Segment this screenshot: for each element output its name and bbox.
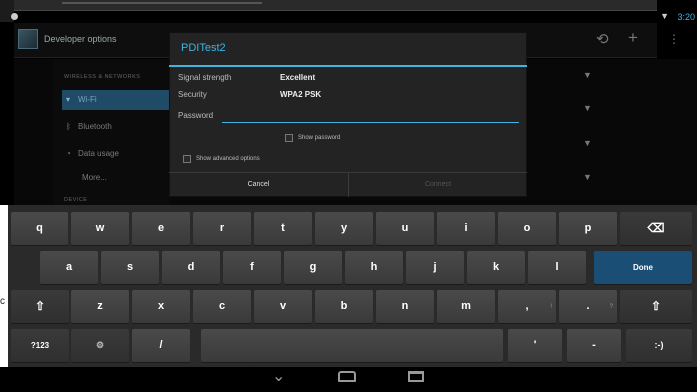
key-g[interactable]: g [284, 251, 342, 284]
key-h[interactable]: h [345, 251, 403, 284]
password-field-underline [222, 122, 519, 123]
sidebar-item-label: Bluetooth [78, 122, 112, 131]
soft-keyboard: q w e r t y u i o p ⌫ a s d f g h j k l … [8, 205, 697, 367]
security-value: WPA2 PSK [280, 90, 322, 99]
smiley-key[interactable]: :-) [626, 329, 692, 362]
done-button[interactable]: Done [594, 251, 692, 284]
key-k[interactable]: k [467, 251, 525, 284]
left-edge-strip [0, 205, 8, 367]
shift-icon: ⇧ [650, 299, 662, 313]
security-label: Security [178, 90, 207, 99]
keyboard-settings-key[interactable]: ⚙ [71, 329, 129, 362]
shift-icon: ⇧ [34, 299, 46, 313]
home-icon[interactable] [338, 371, 356, 382]
sidebar-item-bluetooth[interactable]: ᛒ Bluetooth [62, 117, 169, 137]
bluetooth-icon: ᛒ [66, 122, 71, 131]
space-bar[interactable] [201, 329, 503, 362]
notification-dot-icon [11, 13, 18, 20]
password-label: Password [178, 111, 214, 120]
background-window-titlebar [14, 0, 657, 11]
key-e[interactable]: e [132, 212, 190, 245]
key-n[interactable]: n [376, 290, 434, 323]
dialog-title: PDITest2 [181, 42, 226, 54]
key-u[interactable]: u [376, 212, 434, 245]
key-j[interactable]: j [406, 251, 464, 284]
key-y[interactable]: y [315, 212, 373, 245]
edge-text-fragment: c [0, 296, 5, 307]
cancel-button[interactable]: Cancel [169, 173, 348, 197]
sync-icon[interactable]: ⟲ [596, 30, 609, 48]
key-x[interactable]: x [132, 290, 190, 323]
wifi-signal-icon: ▼ [660, 11, 669, 21]
key-apostrophe[interactable]: ' [508, 329, 562, 362]
wifi-network-signal-icon: ▼ [583, 138, 592, 148]
key-m[interactable]: m [437, 290, 495, 323]
symbols-key[interactable]: ?123 [11, 329, 69, 362]
key-a[interactable]: a [40, 251, 98, 284]
key-b[interactable]: b [315, 290, 373, 323]
key-period[interactable]: .? [559, 290, 617, 323]
settings-app-icon[interactable] [18, 29, 38, 49]
recents-icon[interactable] [408, 371, 424, 382]
back-icon[interactable]: ⌄ [272, 366, 285, 386]
key-r[interactable]: r [193, 212, 251, 245]
signal-strength-label: Signal strength [178, 73, 232, 82]
wifi-network-signal-icon: ▼ [583, 70, 592, 80]
shift-key-left[interactable]: ⇧ [11, 290, 69, 323]
key-z[interactable]: z [71, 290, 129, 323]
sidebar-item-data-usage[interactable]: ◔ Data usage [62, 144, 169, 164]
key-q[interactable]: q [11, 212, 68, 245]
shift-key-right[interactable]: ⇧ [620, 290, 692, 323]
section-header-wireless: WIRELESS & NETWORKS [64, 74, 141, 80]
show-advanced-label: Show advanced options [196, 156, 260, 162]
key-s[interactable]: s [101, 251, 159, 284]
overflow-menu-icon[interactable]: ⋮ [668, 32, 680, 46]
signal-strength-value: Excellent [280, 73, 316, 82]
status-bar [14, 11, 697, 23]
wifi-network-signal-icon: ▼ [583, 172, 592, 182]
wifi-icon: ▾ [66, 95, 71, 104]
status-time: 3:20 [677, 12, 695, 22]
add-icon[interactable]: + [628, 28, 638, 48]
show-password-checkbox[interactable] [285, 134, 293, 142]
key-o[interactable]: o [498, 212, 556, 245]
key-l[interactable]: l [528, 251, 586, 284]
section-header-device: DEVICE [64, 197, 88, 203]
backspace-icon: ⌫ [647, 221, 665, 235]
show-advanced-checkbox[interactable] [183, 155, 191, 163]
key-comma[interactable]: ,! [498, 290, 556, 323]
key-d[interactable]: d [162, 251, 220, 284]
sidebar-item-more[interactable]: More... [62, 168, 169, 188]
key-dash[interactable]: - [567, 329, 621, 362]
wifi-network-signal-icon: ▼ [583, 103, 592, 113]
dialog-title-divider [169, 65, 527, 67]
sidebar-item-label: Data usage [78, 149, 119, 158]
sidebar-item-label: Wi-Fi [78, 95, 97, 104]
key-f[interactable]: f [223, 251, 281, 284]
key-i[interactable]: i [437, 212, 495, 245]
password-field[interactable] [224, 108, 518, 121]
key-w[interactable]: w [71, 212, 129, 245]
show-password-label: Show password [298, 135, 341, 141]
key-slash[interactable]: / [132, 329, 190, 362]
data-usage-icon: ◔ [66, 149, 71, 158]
connect-button[interactable]: Connect [349, 173, 527, 197]
key-p[interactable]: p [559, 212, 617, 245]
sidebar-item-wifi[interactable]: ▾ Wi-Fi [62, 90, 169, 110]
key-c[interactable]: c [193, 290, 251, 323]
key-v[interactable]: v [254, 290, 312, 323]
sidebar-item-label: More... [82, 173, 107, 182]
gear-icon: ⚙ [95, 340, 105, 350]
backspace-key[interactable]: ⌫ [620, 212, 692, 245]
action-bar-title: Developer options [44, 34, 117, 44]
key-t[interactable]: t [254, 212, 312, 245]
